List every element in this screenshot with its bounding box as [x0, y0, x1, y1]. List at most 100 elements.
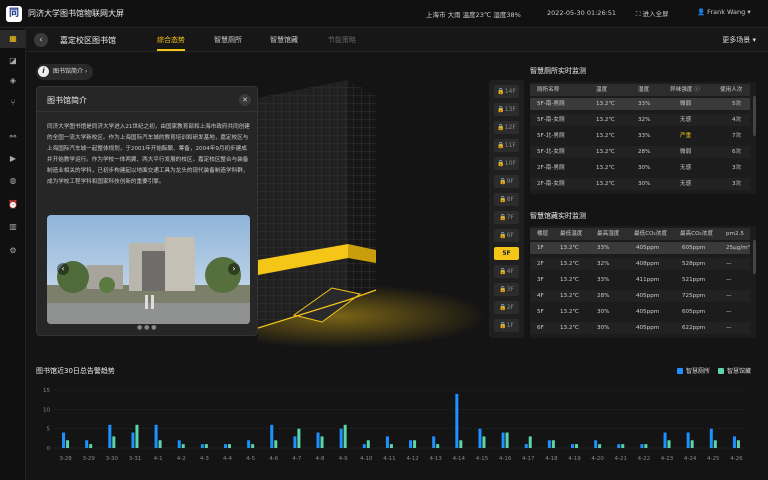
legend-toilet[interactable]: 智慧厕所 [677, 366, 710, 375]
toilet-row[interactable]: 5F-南-女厕 13.2℃ 32% 无感 4次 [530, 114, 750, 126]
floor-button-10f[interactable]: 🔒10F [494, 157, 519, 170]
branch-icon[interactable]: ⑂ [0, 94, 26, 112]
fullscreen-icon: ⛶ [636, 10, 643, 18]
bar-collection [598, 444, 602, 448]
collection-row[interactable]: 1F 13.2℃ 33% 405ppm 605ppm 25μg/m³ [530, 242, 750, 254]
collection-cell: 13.2℃ [560, 293, 579, 299]
collection-scrollbar[interactable] [753, 240, 756, 274]
x-tick-label: 4-17 [522, 456, 535, 462]
sidebar: ▦ ◪ ◈ ⑂ ⚯ ▶ ◍ ⏰ ▥ ⚙ [0, 28, 26, 480]
bar-toilet [339, 428, 343, 448]
alarm-icon[interactable]: ⏰ [0, 196, 26, 214]
bar-collection [366, 440, 370, 448]
info-icon[interactable]: ⓘ [694, 87, 700, 93]
floor-button-4f[interactable]: 🔒4F [494, 265, 519, 278]
fullscreen-button[interactable]: ⛶ 进入全屏 [636, 8, 669, 19]
intro-pill-button[interactable]: i 图书馆简介 › [36, 64, 94, 80]
floor-button-12f[interactable]: 🔒12F [494, 121, 519, 134]
collection-cell: 605ppm [682, 245, 706, 251]
collection-row[interactable]: 4F 13.2℃ 28% 405ppm 725ppm — [530, 290, 750, 302]
toilet-section-title: 智慧厕所实时监测 [530, 67, 586, 75]
bar-chart-icon[interactable]: ▥ [0, 218, 26, 236]
toilet-cell: 6次 [732, 149, 742, 155]
floor-button-6f[interactable]: 🔒6F [494, 229, 519, 242]
floor-button-8f[interactable]: 🔒8F [494, 193, 519, 206]
floor-button-13f[interactable]: 🔒13F [494, 103, 519, 116]
toilet-row[interactable]: 5F-北-男厕 13.2℃ 33% 严重 7次 [530, 130, 750, 142]
bar-collection [736, 440, 740, 448]
bar-collection [667, 440, 671, 448]
toilet-row[interactable]: 2F-南-男厕 13.2℃ 30% 无感 3次 [530, 162, 750, 174]
collection-header-co2-max: 最高CO₂浓度 [680, 231, 713, 237]
toilet-cell: 13.2℃ [596, 133, 615, 139]
collection-cell: 5F [537, 309, 544, 315]
bar-toilet [709, 428, 713, 448]
collection-cell: 13.2℃ [560, 261, 579, 267]
intro-text: 同济大学图书馆是同济大学进入21世纪之初，由国家教育部和上海市政府共同创建的全国… [47, 124, 250, 185]
y-tick-label: 0 [47, 446, 51, 452]
tab-smart-collection[interactable]: 智慧馆藏 [270, 35, 298, 45]
tab-overview[interactable]: 综合态势 [157, 35, 185, 45]
x-tick-label: 4-23 [661, 456, 674, 462]
x-tick-label: 4-22 [638, 456, 650, 462]
bar-toilet [501, 432, 505, 448]
bar-toilet [154, 424, 158, 448]
network-icon[interactable]: ⚯ [0, 128, 26, 146]
collection-cell: 622ppm [682, 325, 706, 331]
tab-energy-saving: 节能策略 [328, 36, 356, 44]
chart-icon[interactable]: ◪ [0, 52, 26, 70]
collection-row[interactable]: 6F 13.2℃ 30% 405ppm 622ppm — [530, 322, 750, 334]
settings-icon[interactable]: ⚙ [0, 242, 26, 260]
library-photo: ‹ › [47, 215, 250, 324]
x-tick-label: 4-8 [316, 456, 325, 462]
toilet-row[interactable]: 2F-南-女厕 13.2℃ 30% 无感 3次 [530, 178, 750, 190]
palette-icon[interactable]: ◍ [0, 172, 26, 190]
video-icon[interactable]: ▶ [0, 150, 26, 168]
carousel-dots[interactable]: ● ● ● [137, 324, 157, 331]
toilet-cell: 5次 [732, 101, 742, 107]
collection-cell: 13.2℃ [560, 325, 579, 331]
carousel-next-button[interactable]: › [228, 263, 240, 275]
close-button[interactable]: ✕ [239, 94, 251, 106]
floor-button-3f[interactable]: 🔒3F [494, 283, 519, 296]
collection-cell: 405ppm [636, 309, 660, 315]
toilet-header-usage: 使用人次 [720, 87, 743, 93]
bar-toilet [663, 432, 667, 448]
dashboard: 同 同济大学图书馆物联网大屏 上海市 大雨 温度23℃ 湿度38% 2022-0… [0, 0, 768, 480]
floor-button-11f[interactable]: 🔒11F [494, 139, 519, 152]
toilet-cell: 32% [638, 117, 651, 123]
toilet-row[interactable]: 5F-北-女厕 13.2℃ 28% 微弱 6次 [530, 146, 750, 158]
collection-row[interactable]: 2F 13.2℃ 32% 408ppm 528ppm — [530, 258, 750, 270]
bar-collection [228, 444, 231, 448]
toilet-row[interactable]: 5F-南-男厕 13.2℃ 33% 微弱 5次 [530, 98, 750, 110]
legend-collection[interactable]: 智慧馆藏 [718, 366, 751, 375]
floor-button-9f[interactable]: 🔒9F [494, 175, 519, 188]
collection-cell: 33% [597, 277, 610, 283]
user-menu[interactable]: 👤 Frank Wang ▾ [697, 8, 751, 16]
more-scenes-dropdown[interactable]: 更多场景 ▾ [722, 35, 756, 45]
bar-collection [204, 444, 208, 448]
floor-button-14f[interactable]: 🔒14F [494, 85, 519, 98]
toilet-cell: 4次 [732, 117, 742, 123]
tab-smart-toilet[interactable]: 智慧厕所 [214, 35, 242, 45]
back-button[interactable]: ‹ [34, 33, 48, 47]
collection-cell: 605ppm [682, 309, 706, 315]
collection-cell: 405ppm [636, 245, 660, 251]
floor-button-1f[interactable]: 🔒1F [494, 319, 519, 332]
floor-button-5f[interactable]: 5F [494, 247, 519, 260]
carousel-prev-button[interactable]: ‹ [57, 263, 69, 275]
toilet-cell: 无感 [680, 181, 692, 187]
collection-row[interactable]: 3F 13.2℃ 33% 411ppm 521ppm — [530, 274, 750, 286]
floor-button-7f[interactable]: 🔒7F [494, 211, 519, 224]
toilet-scrollbar[interactable] [753, 96, 756, 136]
collection-section-title: 智慧馆藏实时监测 [530, 212, 586, 220]
layers-icon[interactable]: ◈ [0, 72, 26, 90]
collection-header-temp: 最低温度 [560, 231, 583, 237]
collection-row[interactable]: 5F 13.2℃ 30% 405ppm 605ppm — [530, 306, 750, 318]
toilet-cell: 13.2℃ [596, 181, 615, 187]
x-tick-label: 4-1 [154, 456, 163, 462]
floor-button-2f[interactable]: 🔒2F [494, 301, 519, 314]
dashboard-icon[interactable]: ▦ [0, 30, 26, 48]
bar-toilet [524, 444, 528, 448]
collection-table-header: 楼层 最低温度 最高湿度 最低CO₂浓度 最高CO₂浓度 pm2.5 [530, 228, 750, 240]
